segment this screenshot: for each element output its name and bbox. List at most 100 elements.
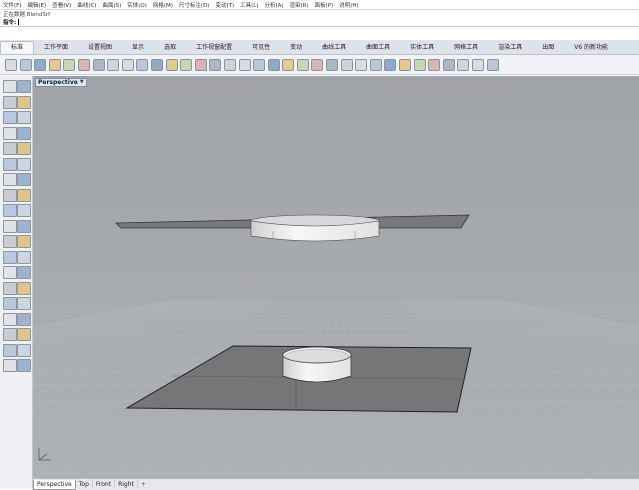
bulb-icon[interactable]	[428, 58, 441, 71]
left-tool-icon[interactable]	[17, 312, 31, 326]
pan-icon[interactable]	[136, 58, 149, 71]
left-tool-icon[interactable]	[3, 359, 17, 372]
left-tool-icon[interactable]	[17, 111, 31, 124]
menu-item[interactable]: 面板(P)	[312, 1, 337, 9]
move-view-icon[interactable]	[150, 58, 163, 71]
render-sphere-icon[interactable]	[355, 58, 368, 71]
lock-icon[interactable]	[326, 58, 339, 71]
print-icon[interactable]	[48, 58, 61, 71]
menu-item[interactable]: 渲染(R)	[287, 1, 312, 9]
left-tool-icon[interactable]	[3, 157, 17, 171]
left-tool-icon[interactable]	[3, 235, 17, 248]
globe-icon[interactable]	[472, 58, 484, 71]
left-tool-icon[interactable]	[3, 173, 17, 186]
left-tool-icon[interactable]	[17, 219, 31, 233]
car-icon[interactable]	[253, 58, 266, 71]
menu-item[interactable]: 查看(V)	[49, 1, 74, 9]
view-tab-2[interactable]: Front	[93, 480, 116, 489]
menu-item[interactable]: 曲面(S)	[99, 1, 124, 9]
open-icon[interactable]	[19, 58, 32, 71]
group-icon[interactable]	[457, 58, 470, 71]
tab-0[interactable]: 标准	[0, 41, 35, 54]
view-tab-3[interactable]: Right	[115, 480, 138, 489]
shaded-sphere-icon[interactable]	[369, 58, 382, 71]
left-tool-icon[interactable]	[3, 281, 17, 295]
help-icon[interactable]	[486, 58, 499, 71]
import-icon[interactable]	[63, 58, 76, 71]
menu-item[interactable]: 文件(F)	[0, 1, 24, 9]
left-tool-icon[interactable]	[3, 111, 17, 124]
tab-14[interactable]: V6 的新功能	[564, 42, 618, 54]
tab-10[interactable]: 实体工具	[400, 42, 444, 54]
material-icon[interactable]	[413, 58, 426, 71]
left-tool-icon[interactable]	[17, 204, 31, 217]
left-tool-icon[interactable]	[17, 281, 31, 295]
menu-item[interactable]: 工具(L)	[237, 1, 261, 9]
left-tool-icon[interactable]	[17, 157, 31, 171]
tab-11[interactable]: 网格工具	[444, 42, 488, 54]
ghosted-sphere-icon[interactable]	[384, 58, 397, 71]
cut-icon[interactable]	[77, 58, 90, 71]
tab-7[interactable]: 变动	[280, 42, 312, 54]
zoom-window-icon[interactable]	[180, 58, 193, 71]
left-tool-icon[interactable]	[17, 188, 31, 202]
left-tool-icon[interactable]	[17, 142, 31, 155]
menu-item[interactable]: 分析(A)	[261, 1, 286, 9]
viewport-menu-arrow-icon[interactable]: ▼	[80, 79, 84, 86]
tab-12[interactable]: 渲染工具	[488, 42, 532, 54]
tab-5[interactable]: 工作视窗配置	[186, 42, 242, 54]
left-tool-icon[interactable]	[3, 312, 17, 326]
view-tab-1[interactable]: Top	[76, 480, 93, 489]
left-tool-icon[interactable]	[17, 250, 31, 264]
rotate-view-icon[interactable]	[223, 58, 236, 71]
tab-3[interactable]: 显示	[122, 42, 154, 54]
left-tool-icon[interactable]	[3, 126, 17, 140]
zoom-selected-icon[interactable]	[209, 58, 222, 71]
left-tool-icon[interactable]	[3, 80, 17, 93]
tab-8[interactable]: 曲线工具	[312, 42, 356, 54]
tab-4[interactable]: 选取	[154, 42, 186, 54]
layer-icon[interactable]	[340, 58, 353, 71]
left-tool-icon[interactable]	[17, 297, 31, 310]
left-tool-icon[interactable]	[17, 328, 31, 341]
menu-item[interactable]: 变动(T)	[212, 1, 237, 9]
menu-item[interactable]: 尺寸标注(D)	[176, 1, 213, 9]
copy-icon[interactable]	[92, 58, 105, 71]
left-tool-icon[interactable]	[3, 343, 17, 357]
menu-item[interactable]: 曲线(C)	[74, 1, 99, 9]
left-tool-icon[interactable]	[3, 297, 17, 310]
add-viewport-button[interactable]: +	[138, 480, 149, 489]
left-tool-icon[interactable]	[17, 80, 31, 93]
viewport-layout-icon[interactable]	[238, 58, 251, 71]
perspective-viewport[interactable]: Perspective ▼	[33, 76, 639, 478]
left-tool-icon[interactable]	[3, 95, 17, 109]
menu-item[interactable]: 说明(H)	[336, 1, 361, 9]
new-icon[interactable]	[5, 58, 17, 71]
tab-2[interactable]: 设置视图	[78, 42, 122, 54]
xray-sphere-icon[interactable]	[399, 58, 412, 71]
view-tab-0[interactable]: Perspective	[33, 479, 76, 490]
cplane-world-icon[interactable]	[282, 58, 295, 71]
left-tool-icon[interactable]	[3, 188, 17, 202]
save-icon[interactable]	[34, 58, 47, 71]
zoom-extents-icon[interactable]	[194, 58, 207, 71]
zoom-icon[interactable]	[165, 58, 178, 71]
left-tool-icon[interactable]	[17, 235, 31, 248]
cplane-icon[interactable]	[267, 58, 280, 71]
left-tool-icon[interactable]	[3, 266, 17, 279]
tab-13[interactable]: 出图	[532, 42, 564, 54]
light-icon[interactable]	[311, 58, 324, 71]
tab-1[interactable]: 工作平面	[34, 42, 78, 54]
left-tool-icon[interactable]	[3, 250, 17, 264]
paste-icon[interactable]	[107, 58, 120, 71]
left-tool-icon[interactable]	[17, 266, 31, 279]
left-tool-icon[interactable]	[3, 204, 17, 217]
named-view-icon[interactable]	[296, 58, 309, 71]
left-tool-icon[interactable]	[3, 219, 17, 233]
left-tool-icon[interactable]	[17, 173, 31, 186]
left-tool-icon[interactable]	[3, 142, 17, 155]
tab-9[interactable]: 曲面工具	[356, 42, 400, 54]
menu-item[interactable]: 网格(M)	[150, 1, 176, 9]
undo-icon[interactable]	[121, 58, 134, 71]
left-tool-icon[interactable]	[17, 343, 31, 357]
